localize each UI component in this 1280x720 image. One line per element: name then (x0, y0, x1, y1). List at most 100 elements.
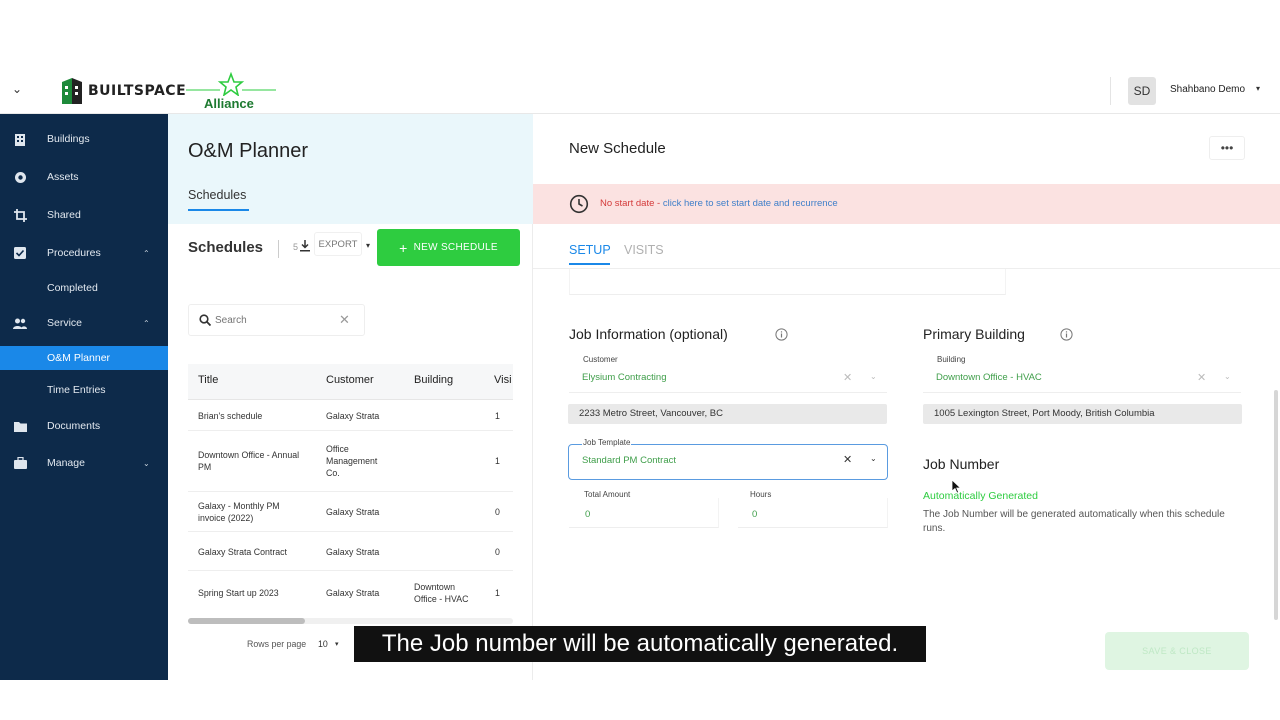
sidebar-item-shared[interactable]: Shared (0, 203, 168, 227)
sidebar-item-om-planner[interactable]: O&M Planner (0, 346, 168, 370)
set-start-date-link[interactable]: click here to set start date and recurre… (663, 198, 838, 209)
sidebar-item-label: Buildings (47, 133, 90, 145)
clear-building-icon[interactable]: ✕ (1197, 371, 1206, 384)
job-template-value: Standard PM Contract (582, 455, 676, 466)
sidebar-item-service[interactable]: Service ⌃ (0, 311, 168, 335)
clear-job-template-icon[interactable]: ✕ (843, 453, 852, 466)
table-row[interactable]: Galaxy Strata Contract Galaxy Strata 0 (188, 532, 513, 571)
rows-per-page-select[interactable]: 10 (318, 639, 328, 649)
form-title: New Schedule (569, 140, 666, 157)
heading-divider (278, 240, 279, 258)
export-caret-icon[interactable]: ▾ (366, 241, 370, 250)
user-name[interactable]: Shahbano Demo (1170, 84, 1245, 95)
clear-search-icon[interactable]: ✕ (339, 312, 350, 328)
form-vertical-scrollbar[interactable] (1274, 390, 1278, 620)
tab-active-indicator (569, 263, 610, 265)
cell-title: Galaxy - Monthly PM invoice (2022) (198, 501, 280, 523)
export-button[interactable]: EXPORT (314, 232, 362, 256)
search-box[interactable]: ✕ (188, 304, 365, 336)
rows-per-page-label: Rows per page (247, 639, 307, 649)
job-number-heading: Job Number (923, 456, 1000, 472)
sidebar-item-time-entries[interactable]: Time Entries (0, 378, 168, 402)
sidebar-item-label: O&M Planner (47, 352, 111, 364)
sidebar-item-label: Time Entries (47, 384, 106, 396)
rows-per-page-caret-icon[interactable]: ▾ (335, 640, 339, 648)
table-row[interactable]: Downtown Office - Annual PM Office Manag… (188, 431, 513, 492)
column-header-building[interactable]: Building (414, 374, 453, 386)
schedule-count: 5 (293, 242, 299, 252)
planner-header: O&M Planner Schedules (168, 114, 533, 224)
alert-text: No start date - click here to set start … (600, 198, 838, 209)
cell-customer: Galaxy Strata (326, 547, 380, 557)
table-row[interactable]: Spring Start up 2023 Galaxy Strata Downt… (188, 571, 513, 618)
cell-customer: Office Management Co. (326, 444, 378, 478)
user-menu-caret-icon[interactable]: ▾ (1256, 84, 1260, 93)
sidebar-item-buildings[interactable]: Buildings (0, 127, 168, 151)
tab-schedules[interactable]: Schedules (188, 188, 246, 202)
column-header-customer[interactable]: Customer (326, 374, 374, 386)
info-icon[interactable] (775, 328, 788, 341)
cell-title: Downtown Office - Annual PM (198, 450, 300, 472)
sidebar-item-documents[interactable]: Documents (0, 414, 168, 438)
menu-chevron-icon[interactable]: ⌄ (12, 82, 22, 96)
info-icon[interactable] (1060, 328, 1073, 341)
clock-icon (569, 194, 589, 214)
table-row[interactable]: Galaxy - Monthly PM invoice (2022) Galax… (188, 492, 513, 532)
schedules-panel: O&M Planner Schedules Schedules 5 EXPORT… (168, 114, 533, 680)
chevron-up-icon[interactable]: ⌃ (143, 319, 150, 328)
chevron-down-icon[interactable]: ⌄ (870, 372, 877, 381)
building-address: 1005 Lexington Street, Port Moody, Briti… (923, 404, 1242, 424)
sidebar-item-assets[interactable]: Assets (0, 165, 168, 189)
sidebar-item-completed[interactable]: Completed (0, 276, 168, 300)
header-divider (1110, 77, 1111, 105)
cell-title: Spring Start up 2023 (198, 588, 279, 598)
briefcase-icon (13, 456, 27, 470)
clear-customer-icon[interactable]: ✕ (843, 371, 852, 384)
asset-icon (13, 170, 27, 184)
new-schedule-button[interactable]: + NEW SCHEDULE (377, 229, 520, 266)
more-options-button[interactable]: ••• (1209, 136, 1245, 160)
new-schedule-panel: New Schedule ••• No start date - click h… (533, 114, 1280, 680)
chevron-down-icon[interactable]: ⌄ (143, 459, 150, 468)
no-start-date-alert[interactable]: No start date - click here to set start … (533, 184, 1280, 224)
sidebar-item-label: Procedures (47, 247, 101, 259)
builtspace-logo-text: BUILTSPACE (88, 83, 187, 99)
sidebar-item-label: Documents (47, 420, 101, 432)
column-header-visits[interactable]: Visi (494, 374, 512, 386)
auto-generated-description: The Job Number will be generated automat… (923, 509, 1225, 534)
total-amount-input[interactable] (569, 498, 719, 528)
alert-warning-text: No start date (600, 198, 655, 209)
job-template-label: Job Template (582, 438, 632, 447)
sidebar-item-label: Shared (47, 209, 81, 221)
user-avatar[interactable]: SD (1128, 77, 1156, 105)
chevron-down-icon[interactable]: ⌄ (1224, 372, 1231, 381)
search-icon (199, 314, 211, 326)
cell-visits: 1 (495, 411, 500, 421)
mouse-cursor-icon (952, 480, 962, 494)
table-row[interactable]: Brian's schedule Galaxy Strata 1 (188, 400, 513, 431)
alliance-logo: Alliance (186, 72, 278, 112)
column-header-title[interactable]: Title (198, 374, 218, 386)
tab-active-indicator (188, 209, 249, 211)
chevron-up-icon[interactable]: ⌃ (143, 249, 150, 258)
chevron-down-icon[interactable]: ⌄ (870, 454, 877, 463)
scrollbar-thumb[interactable] (188, 618, 305, 624)
checkbox-icon (13, 246, 27, 260)
auto-generated-label: Automatically Generated (923, 490, 1038, 502)
tab-setup[interactable]: SETUP (569, 243, 611, 257)
cell-building: Downtown Office - HVAC (414, 582, 469, 604)
sidebar-item-procedures[interactable]: Procedures ⌃ (0, 241, 168, 265)
sidebar-item-manage[interactable]: Manage ⌄ (0, 451, 168, 475)
primary-building-heading: Primary Building (923, 326, 1025, 342)
table-horizontal-scrollbar[interactable] (188, 618, 513, 624)
building-icon (13, 132, 27, 146)
save-close-button[interactable]: SAVE & CLOSE (1105, 632, 1249, 670)
builtspace-logo[interactable]: BUILTSPACE (60, 76, 186, 106)
download-icon[interactable] (300, 240, 310, 252)
sidebar-item-label: Manage (47, 457, 85, 469)
search-input[interactable] (215, 311, 335, 329)
job-information-heading: Job Information (optional) (569, 326, 728, 342)
hours-input[interactable] (738, 498, 888, 528)
tab-visits[interactable]: VISITS (624, 243, 664, 257)
alert-separator: - (654, 198, 663, 209)
